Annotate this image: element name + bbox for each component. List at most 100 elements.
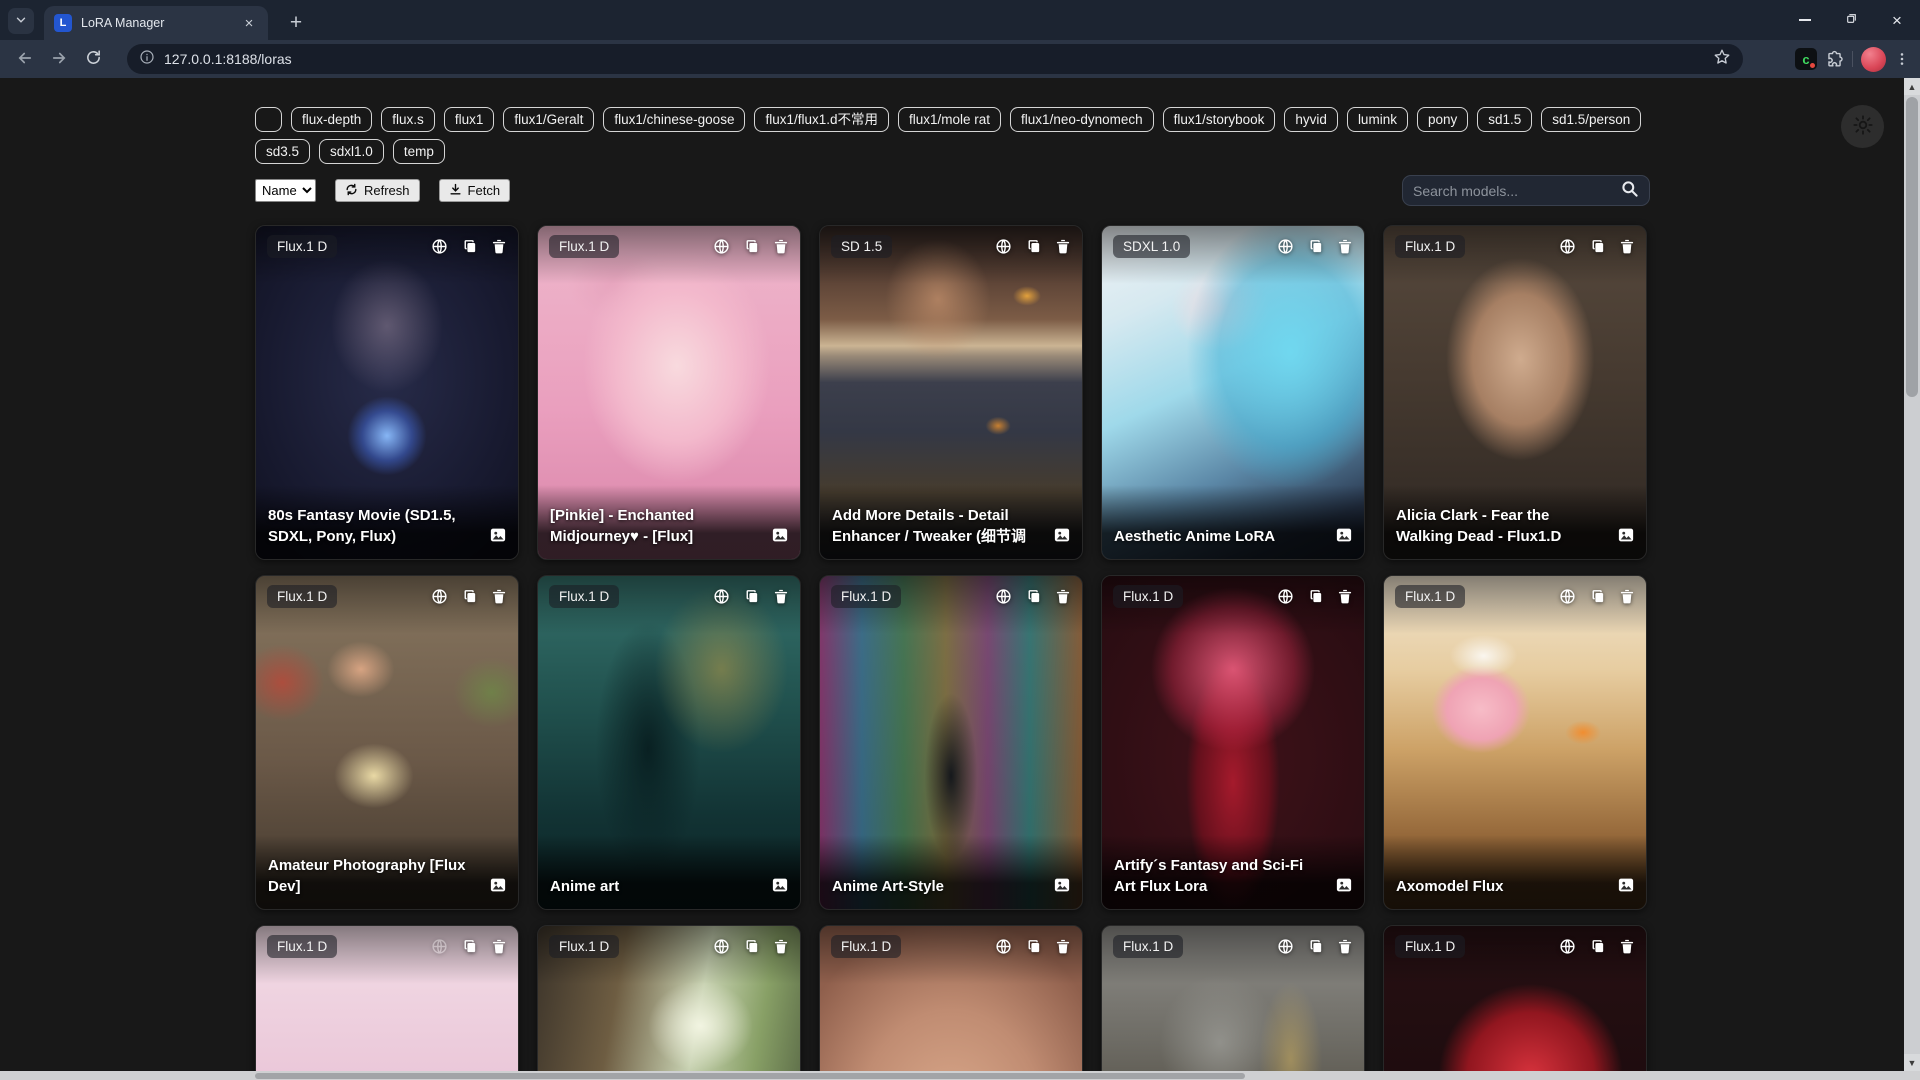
folder-tag[interactable]: flux1/mole rat — [898, 107, 1001, 132]
trash-icon[interactable] — [1055, 588, 1071, 605]
trash-icon[interactable] — [773, 238, 789, 255]
globe-icon[interactable] — [713, 938, 730, 955]
folder-tag[interactable]: flux.s — [381, 107, 435, 132]
folder-tag[interactable]: flux1/storybook — [1163, 107, 1276, 132]
trash-icon[interactable] — [1055, 238, 1071, 255]
trash-icon[interactable] — [491, 588, 507, 605]
copy-icon[interactable] — [743, 588, 760, 605]
site-info-icon[interactable] — [139, 49, 155, 70]
globe-icon[interactable] — [431, 938, 448, 955]
lora-card[interactable]: Flux.1 D Amateur Photography [Flux Dev] — [255, 575, 519, 910]
picture-icon[interactable] — [1335, 876, 1353, 899]
copy-icon[interactable] — [1307, 238, 1324, 255]
trash-icon[interactable] — [491, 238, 507, 255]
copy-icon[interactable] — [461, 938, 478, 955]
folder-tag-empty[interactable] — [255, 107, 282, 132]
folder-tag[interactable]: flux1/neo-dynomech — [1010, 107, 1154, 132]
trash-icon[interactable] — [1337, 938, 1353, 955]
close-window-button[interactable]: × — [1874, 0, 1920, 40]
lora-card[interactable]: Flux.1 D — [1383, 925, 1647, 1080]
browser-menu-icon[interactable] — [1894, 51, 1910, 67]
back-button[interactable] — [8, 44, 42, 74]
vertical-scrollbar[interactable]: ▲ ▼ — [1904, 78, 1920, 1071]
trash-icon[interactable] — [1619, 238, 1635, 255]
tab-search-button[interactable] — [8, 8, 34, 34]
folder-tag[interactable]: flux1/chinese-goose — [603, 107, 745, 132]
globe-icon[interactable] — [713, 238, 730, 255]
extension-icon[interactable]: c — [1795, 48, 1817, 70]
folder-tag[interactable]: sd3.5 — [255, 139, 310, 164]
globe-icon[interactable] — [1559, 588, 1576, 605]
copy-icon[interactable] — [743, 238, 760, 255]
fetch-button[interactable]: Fetch — [439, 179, 511, 202]
search-icon[interactable] — [1620, 179, 1639, 203]
folder-tag[interactable]: sdxl1.0 — [319, 139, 384, 164]
picture-icon[interactable] — [1617, 526, 1635, 549]
reload-button[interactable] — [76, 44, 110, 74]
picture-icon[interactable] — [1617, 876, 1635, 899]
trash-icon[interactable] — [1055, 938, 1071, 955]
trash-icon[interactable] — [773, 588, 789, 605]
folder-tag[interactable]: flux-depth — [291, 107, 372, 132]
folder-tag[interactable]: sd1.5/person — [1541, 107, 1641, 132]
trash-icon[interactable] — [1337, 238, 1353, 255]
url-bar[interactable]: 127.0.0.1:8188/loras — [127, 44, 1743, 74]
picture-icon[interactable] — [771, 876, 789, 899]
new-tab-button[interactable]: + — [282, 9, 310, 37]
copy-icon[interactable] — [1025, 588, 1042, 605]
folder-tag[interactable]: lumink — [1347, 107, 1408, 132]
copy-icon[interactable] — [1307, 938, 1324, 955]
profile-avatar[interactable] — [1861, 47, 1886, 72]
picture-icon[interactable] — [1053, 876, 1071, 899]
globe-icon[interactable] — [1277, 588, 1294, 605]
lora-card[interactable]: Flux.1 D — [537, 925, 801, 1080]
globe-icon[interactable] — [1559, 938, 1576, 955]
copy-icon[interactable] — [461, 588, 478, 605]
maximize-button[interactable] — [1828, 0, 1874, 40]
forward-button[interactable] — [42, 44, 76, 74]
picture-icon[interactable] — [1053, 526, 1071, 549]
lora-card[interactable]: Flux.1 D Axomodel Flux — [1383, 575, 1647, 910]
minimize-button[interactable] — [1782, 0, 1828, 40]
copy-icon[interactable] — [743, 938, 760, 955]
vertical-scrollbar-thumb[interactable] — [1906, 97, 1918, 397]
refresh-button[interactable]: Refresh — [335, 179, 420, 202]
folder-tag[interactable]: pony — [1417, 107, 1468, 132]
horizontal-scrollbar-thumb[interactable] — [255, 1073, 1245, 1079]
theme-toggle-button[interactable] — [1841, 105, 1884, 148]
lora-card[interactable]: SD 1.5 Add More Details - Detail Enhance… — [819, 225, 1083, 560]
copy-icon[interactable] — [1589, 938, 1606, 955]
picture-icon[interactable] — [489, 526, 507, 549]
lora-card[interactable]: Flux.1 D [Pinkie] - Enchanted Midjourney… — [537, 225, 801, 560]
globe-icon[interactable] — [713, 588, 730, 605]
copy-icon[interactable] — [1589, 238, 1606, 255]
trash-icon[interactable] — [1337, 588, 1353, 605]
copy-icon[interactable] — [1025, 238, 1042, 255]
lora-card[interactable]: SDXL 1.0 Aesthetic Anime LoRA — [1101, 225, 1365, 560]
search-input[interactable] — [1413, 183, 1620, 199]
folder-tag[interactable]: temp — [393, 139, 445, 164]
globe-icon[interactable] — [995, 588, 1012, 605]
copy-icon[interactable] — [461, 238, 478, 255]
lora-card[interactable]: Flux.1 D Anime art — [537, 575, 801, 910]
sort-select[interactable]: Name — [255, 179, 316, 202]
picture-icon[interactable] — [1335, 526, 1353, 549]
folder-tag[interactable]: hyvid — [1284, 107, 1338, 132]
copy-icon[interactable] — [1589, 588, 1606, 605]
folder-tag[interactable]: sd1.5 — [1477, 107, 1532, 132]
folder-tag[interactable]: flux1 — [444, 107, 495, 132]
picture-icon[interactable] — [771, 526, 789, 549]
extensions-puzzle-icon[interactable] — [1825, 50, 1844, 69]
globe-icon[interactable] — [995, 938, 1012, 955]
lora-card[interactable]: Flux.1 D Anime Art-Style — [819, 575, 1083, 910]
globe-icon[interactable] — [431, 588, 448, 605]
globe-icon[interactable] — [995, 238, 1012, 255]
lora-card[interactable]: Flux.1 D — [819, 925, 1083, 1080]
globe-icon[interactable] — [1277, 238, 1294, 255]
lora-card[interactable]: Flux.1 D — [255, 925, 519, 1080]
copy-icon[interactable] — [1307, 588, 1324, 605]
horizontal-scrollbar[interactable] — [0, 1071, 1904, 1080]
trash-icon[interactable] — [491, 938, 507, 955]
scroll-down-icon[interactable]: ▼ — [1904, 1054, 1920, 1071]
lora-card[interactable]: Flux.1 D Alicia Clark - Fear the Walking… — [1383, 225, 1647, 560]
